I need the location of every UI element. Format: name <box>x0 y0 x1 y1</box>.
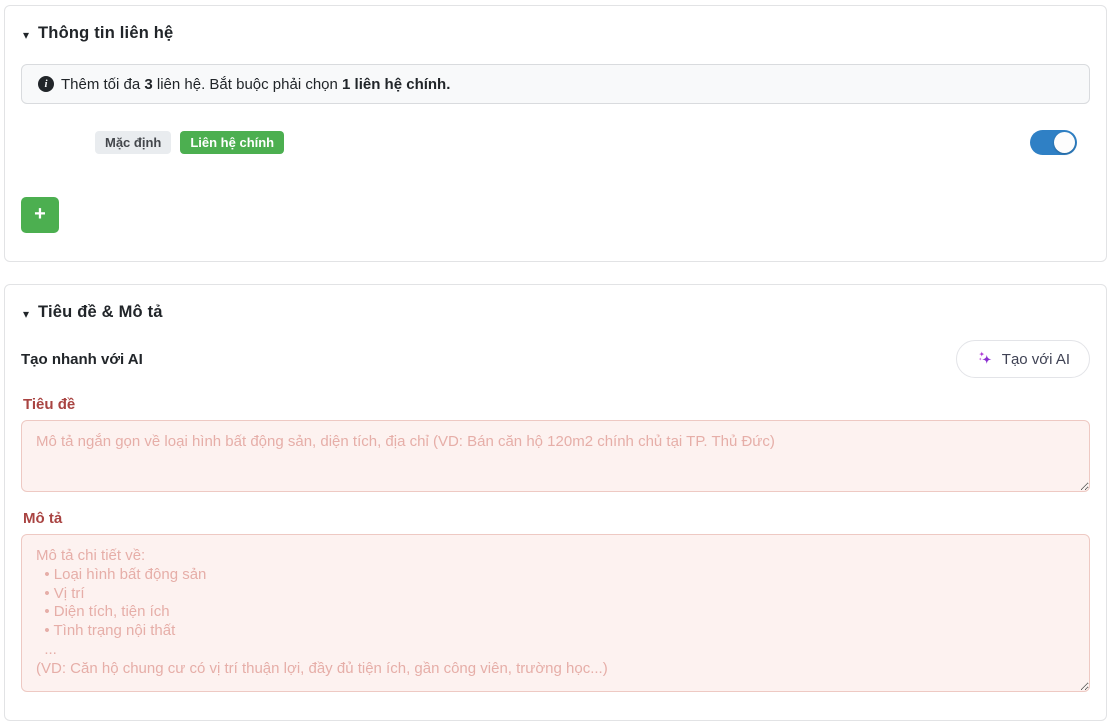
title-field-label: Tiêu đề <box>23 396 1090 413</box>
title-description-section-header[interactable]: ▾ Tiêu đề & Mô tả <box>23 303 1090 322</box>
contact-section-header[interactable]: ▾ Thông tin liên hệ <box>23 24 1090 43</box>
info-icon: i <box>38 76 54 92</box>
description-textarea[interactable] <box>21 534 1090 692</box>
default-badge: Mặc định <box>95 131 171 155</box>
contact-info-section: ▾ Thông tin liên hệ i Thêm tối đa 3 liên… <box>4 5 1107 262</box>
title-field: Tiêu đề <box>21 396 1090 492</box>
title-description-section-title: Tiêu đề & Mô tả <box>38 303 163 322</box>
toggle-knob <box>1054 132 1075 153</box>
spacer <box>21 692 1090 704</box>
generate-with-ai-button-label: Tạo với AI <box>1002 351 1070 368</box>
generate-with-ai-button[interactable]: Tạo với AI <box>956 340 1090 378</box>
contact-badges: Mặc định Liên hệ chính <box>95 131 284 155</box>
spacer <box>21 233 1090 245</box>
description-field: Mô tả <box>21 510 1090 692</box>
plus-icon: + <box>34 204 46 224</box>
add-contact-button[interactable]: + <box>21 197 59 233</box>
title-description-section: ▾ Tiêu đề & Mô tả Tạo nhanh với AI Tạo v… <box>4 284 1107 721</box>
ai-quick-create-row: Tạo nhanh với AI Tạo với AI <box>21 340 1090 378</box>
collapse-caret-icon: ▾ <box>23 29 29 41</box>
contact-item-row: Mặc định Liên hệ chính <box>21 130 1090 155</box>
collapse-caret-icon: ▾ <box>23 308 29 320</box>
title-textarea[interactable] <box>21 420 1090 492</box>
contact-limit-alert-text: Thêm tối đa 3 liên hệ. Bắt buộc phải chọ… <box>61 76 450 93</box>
contact-limit-alert: i Thêm tối đa 3 liên hệ. Bắt buộc phải c… <box>21 64 1090 104</box>
ai-quick-create-label: Tạo nhanh với AI <box>21 351 143 368</box>
primary-contact-toggle[interactable] <box>1030 130 1077 155</box>
description-field-label: Mô tả <box>23 510 1090 527</box>
contact-section-title: Thông tin liên hệ <box>38 24 173 43</box>
primary-contact-badge: Liên hệ chính <box>180 131 284 155</box>
ai-sparkle-icon <box>976 350 995 369</box>
